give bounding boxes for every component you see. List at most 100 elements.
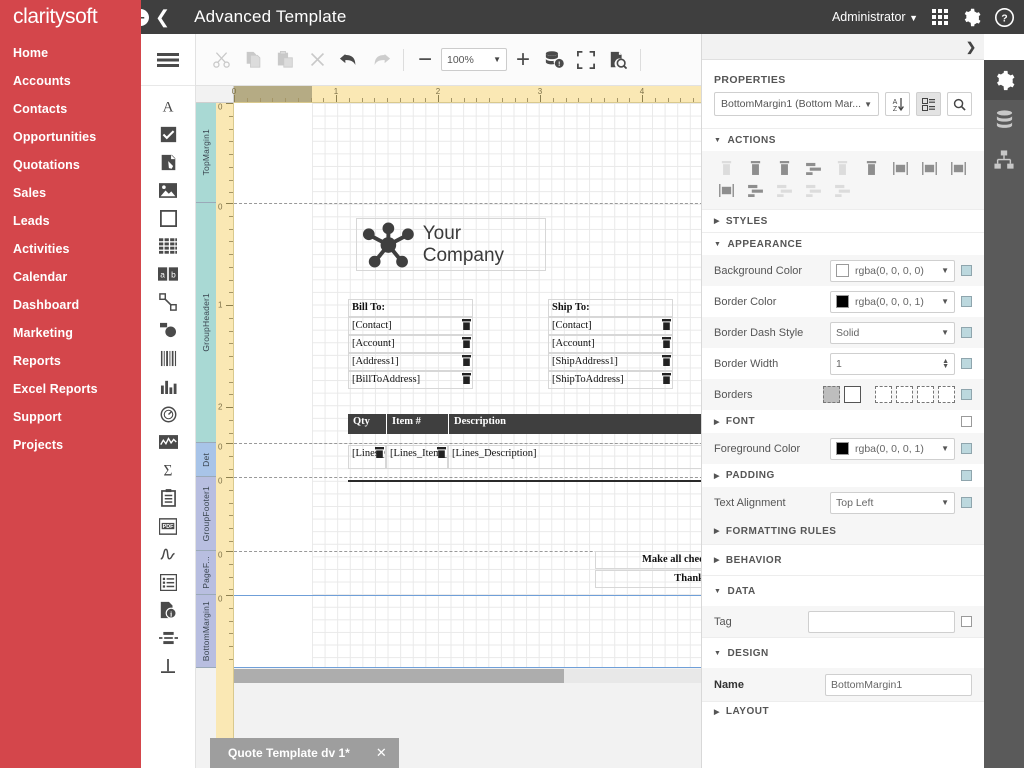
section-styles[interactable]: ▶ STYLES [702, 209, 984, 232]
section-appearance[interactable]: ▼ APPEARANCE [702, 232, 984, 255]
pin-toggle[interactable] [961, 416, 972, 427]
chevron-right-icon[interactable]: ❯ [966, 40, 976, 54]
preview-icon[interactable] [603, 45, 633, 75]
align-bottom-icon[interactable] [857, 157, 886, 179]
section-formatting-rules[interactable]: ▶ FORMATTING RULES [702, 518, 984, 544]
name-input[interactable] [825, 673, 972, 696]
bill-to-title[interactable]: Bill To: [348, 299, 473, 317]
fit-screen-icon[interactable] [571, 45, 601, 75]
sparkline-icon[interactable] [141, 428, 195, 456]
make-same-width-icon[interactable] [886, 157, 915, 179]
center-horizontally-icon[interactable] [828, 179, 857, 201]
text-alignment-select[interactable]: Top Left ▼ [830, 491, 955, 514]
align-right-icon[interactable] [770, 157, 799, 179]
label-icon[interactable]: A [141, 92, 195, 120]
gear-icon[interactable] [962, 8, 981, 27]
sidebar-item-opportunities[interactable]: Opportunities [0, 123, 141, 151]
character-comb-icon[interactable]: ab [141, 260, 195, 288]
field-list-icon[interactable]: ! [539, 45, 569, 75]
cross-band-line-icon[interactable] [141, 652, 195, 680]
sidebar-item-excel-reports[interactable]: Excel Reports [0, 375, 141, 403]
border-all-option[interactable] [844, 386, 861, 403]
sidebar-item-dashboard[interactable]: Dashboard [0, 291, 141, 319]
border-top-option[interactable] [896, 386, 913, 403]
user-menu[interactable]: Administrator ▼ [832, 10, 918, 24]
pin-toggle[interactable] [961, 296, 972, 307]
sidebar-item-support[interactable]: Support [0, 403, 141, 431]
section-data[interactable]: ▼ DATA [702, 575, 984, 606]
band-top-margin[interactable]: TopMargin1 [196, 103, 216, 203]
make-same-size-icon[interactable] [944, 157, 973, 179]
document-tab[interactable]: Quote Template dv 1* ✕ [210, 738, 399, 768]
pin-toggle[interactable] [961, 470, 972, 481]
chart-icon[interactable] [141, 372, 195, 400]
ship-to-title[interactable]: Ship To: [548, 299, 673, 317]
properties-gear-icon[interactable] [984, 60, 1024, 100]
rich-text-icon[interactable] [141, 148, 195, 176]
sidebar-item-activities[interactable]: Activities [0, 235, 141, 263]
section-design[interactable]: ▼ DESIGN [702, 637, 984, 668]
pin-toggle[interactable] [961, 389, 972, 400]
background-color-select[interactable]: rgba(0, 0, 0, 0) ▼ [830, 259, 955, 282]
sidebar-item-marketing[interactable]: Marketing [0, 319, 141, 347]
hamburger-icon[interactable] [141, 34, 195, 86]
line-icon[interactable] [141, 288, 195, 316]
cut-icon[interactable] [206, 45, 236, 75]
sidebar-item-contacts[interactable]: Contacts [0, 95, 141, 123]
page-info-icon[interactable]: i [141, 596, 195, 624]
page-break-icon[interactable] [141, 624, 195, 652]
bill-to-field[interactable]: [Address1] [348, 353, 473, 371]
picture-icon[interactable] [141, 176, 195, 204]
section-actions[interactable]: ▼ ACTIONS [702, 128, 984, 151]
sort-alphabetical-button[interactable]: AZ [885, 92, 910, 116]
back-chevron-icon[interactable]: ❮ [155, 8, 170, 26]
pin-toggle[interactable] [961, 327, 972, 338]
table-icon[interactable] [141, 232, 195, 260]
ship-to-field[interactable]: [ShipToAddress] [548, 371, 673, 389]
pin-toggle[interactable] [961, 358, 972, 369]
pdf-content-icon[interactable]: PDF [141, 512, 195, 540]
section-font[interactable]: ▶ FONT [702, 410, 984, 433]
border-left-option[interactable] [875, 386, 892, 403]
pin-toggle[interactable] [961, 616, 972, 627]
horizontal-spacing-icon[interactable] [741, 179, 770, 201]
line-items-table-header[interactable]: Qty Item # Description U [348, 414, 701, 434]
foreground-color-select[interactable]: rgba(0, 0, 0, 1) ▼ [830, 437, 955, 460]
shape-icon[interactable] [141, 316, 195, 344]
brand-logo[interactable]: claritysoft [0, 0, 141, 34]
band-bottom-margin[interactable]: BottomMargin1 [196, 595, 216, 668]
bill-to-field[interactable]: [Contact] [348, 317, 473, 335]
search-properties-button[interactable] [947, 92, 972, 116]
band-page-footer[interactable]: PageF... [196, 551, 216, 595]
sidebar-item-reports[interactable]: Reports [0, 347, 141, 375]
field-list-database-icon[interactable] [984, 100, 1024, 140]
horizontal-ruler[interactable]: 0 1 2 3 4 [232, 86, 701, 103]
remove-spacing-icon[interactable] [799, 179, 828, 201]
border-width-stepper[interactable]: 1 ▲ ▼ [830, 352, 955, 375]
detail-cell-qty[interactable]: [Lines_Quantit [348, 445, 386, 469]
ship-to-field[interactable]: [ShipAddress1] [548, 353, 673, 371]
footer-message-1[interactable]: Make all checks payable to Company Name [595, 551, 701, 569]
sidebar-item-projects[interactable]: Projects [0, 431, 141, 459]
check-box-icon[interactable] [141, 120, 195, 148]
size-to-grid-icon[interactable] [712, 179, 741, 201]
pin-toggle[interactable] [961, 497, 972, 508]
close-icon[interactable]: ✕ [376, 745, 387, 761]
company-logo-element[interactable]: Your Company [356, 218, 546, 271]
section-layout[interactable]: ▶ LAYOUT [702, 701, 984, 721]
zoom-level-select[interactable]: 100% ▼ [441, 48, 507, 71]
panel-icon[interactable] [141, 204, 195, 232]
barcode-icon[interactable] [141, 344, 195, 372]
sidebar-item-calendar[interactable]: Calendar [0, 263, 141, 291]
zoom-in-icon[interactable]: + [509, 46, 537, 74]
tag-input[interactable] [808, 610, 955, 633]
stepper-arrows-icon[interactable]: ▲ ▼ [942, 358, 949, 370]
group-categorized-button[interactable] [916, 92, 941, 116]
signature-icon[interactable] [141, 540, 195, 568]
align-center-icon[interactable] [741, 157, 770, 179]
design-surface[interactable]: 0 1 2 3 4 TopMargin1 GroupHeader1 Det GroupF… [196, 86, 701, 768]
copy-icon[interactable] [238, 45, 268, 75]
report-page[interactable]: Your Company QU Bill To: [Contact][Accou… [234, 103, 701, 668]
band-detail[interactable]: Det [196, 443, 216, 477]
subreport-icon[interactable]: Σ [141, 456, 195, 484]
